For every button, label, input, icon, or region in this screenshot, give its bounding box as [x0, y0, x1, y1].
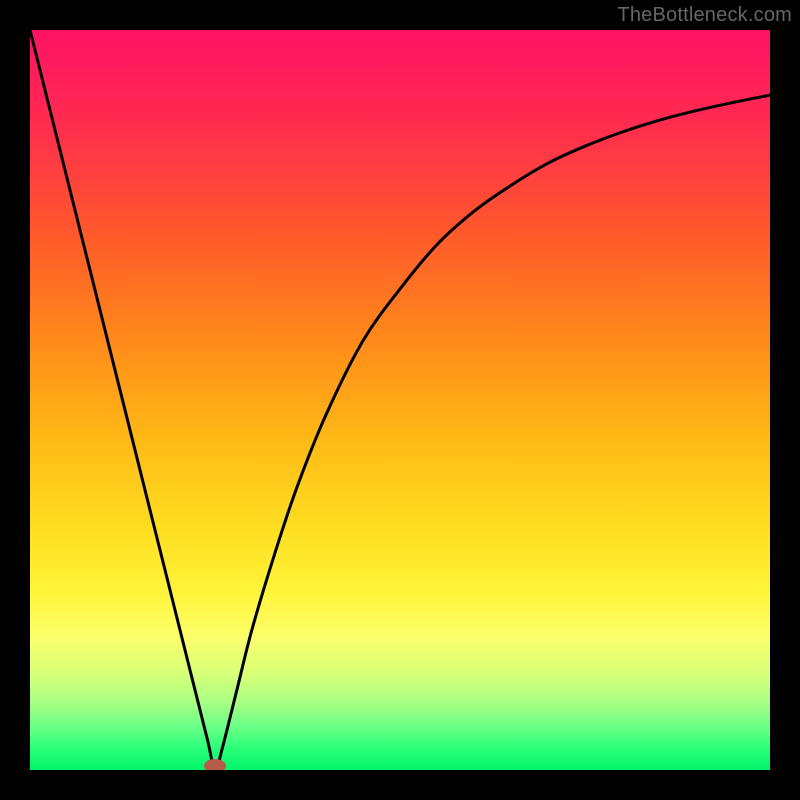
curve-path	[30, 30, 770, 770]
plot-area	[30, 30, 770, 770]
watermark-text: TheBottleneck.com	[617, 4, 792, 27]
minimum-marker	[204, 759, 226, 770]
curve-layer	[30, 30, 770, 770]
chart-frame: TheBottleneck.com	[0, 0, 800, 800]
